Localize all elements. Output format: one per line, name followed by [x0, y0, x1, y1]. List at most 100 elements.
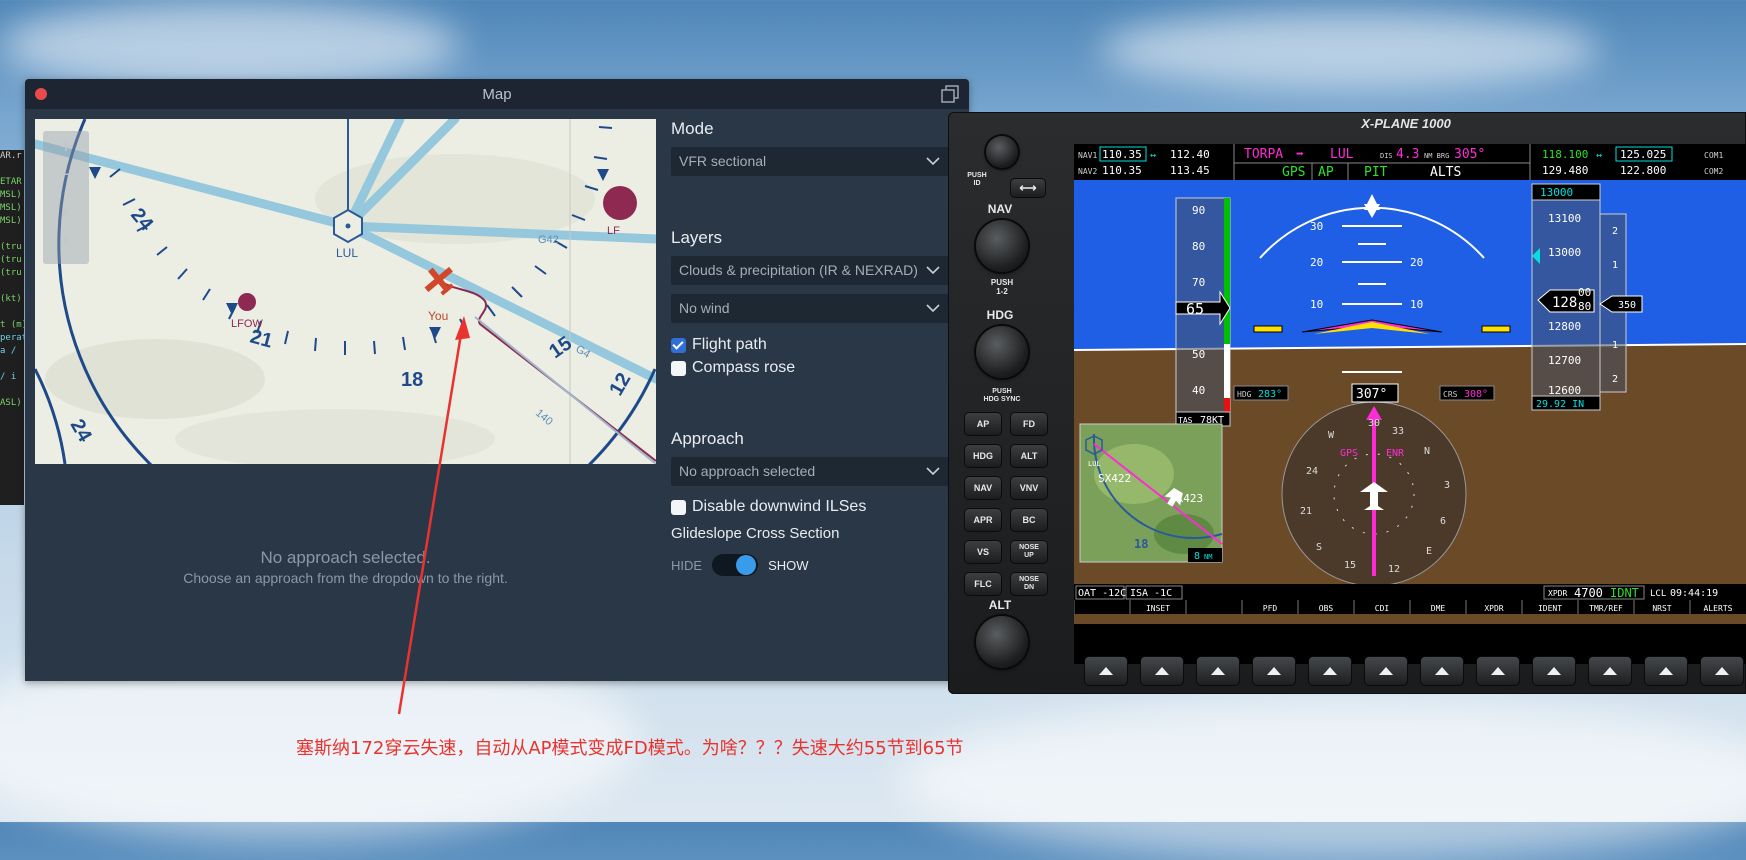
softkey-button[interactable] [1420, 656, 1464, 686]
sliver-line: t (m) [0, 320, 24, 330]
fd-button[interactable]: FD [1010, 412, 1048, 436]
inset-range-unit: NM [1204, 553, 1212, 561]
softkey-button[interactable] [1700, 656, 1744, 686]
dis-label: DIS [1380, 152, 1393, 160]
softkey-button[interactable] [1532, 656, 1576, 686]
softkey-button[interactable] [1364, 656, 1408, 686]
annotation-text: 塞斯纳172穿云失速，自动从AP模式变成FD模式。为啥？？？失速大约55节到65… [296, 738, 964, 759]
nav-button[interactable]: NAV [964, 476, 1002, 500]
glideslope-toggle[interactable] [712, 554, 759, 576]
vnv-button[interactable]: VNV [1010, 476, 1048, 500]
sliver-line [0, 358, 24, 371]
hsi-card-24: 24 [1306, 466, 1318, 477]
softkey-button[interactable] [1140, 656, 1184, 686]
softkey-button[interactable] [1308, 656, 1352, 686]
softkey-label: XPDR [1484, 604, 1503, 613]
alt-button[interactable]: ALT [1010, 444, 1048, 468]
airport-label-lf: LF [607, 225, 620, 237]
softkey-button[interactable] [1644, 656, 1688, 686]
sliver-line: a / [0, 346, 17, 356]
inset-lul: LUL [1088, 460, 1101, 468]
map-titlebar[interactable]: Map [25, 79, 969, 109]
nav-swap-button[interactable]: ⟷ [1010, 178, 1046, 198]
pfd-screen: NAV1 110.35 ↔ 112.40 NAV2 110.35 113.45 … [1074, 144, 1746, 664]
chevron-down-icon [926, 467, 940, 475]
weather-layer-dropdown[interactable]: Clouds & precipitation (IR & NEXRAD) [671, 256, 950, 285]
com1-label: COM1 [1704, 151, 1723, 160]
vsi-tick-1-down: 1 [1612, 340, 1618, 351]
flight-path-checkbox-row[interactable]: Flight path [671, 335, 767, 355]
ap-alt-mode: ALTS [1430, 165, 1461, 180]
zoom-in-icon[interactable]: + [51, 133, 81, 161]
softkey-label: INSET [1146, 604, 1170, 613]
up-arrow-icon [1155, 667, 1169, 675]
apr-button[interactable]: APR [964, 508, 1002, 532]
softkey-label: PFD [1263, 604, 1278, 613]
softkey-button[interactable] [1588, 656, 1632, 686]
map-canvas[interactable]: 24 21 18 15 12 24 LUL G42 G4 140 LFOW LF [35, 119, 656, 464]
nav1-standby: 112.40 [1170, 148, 1210, 161]
background-cloud [900, 700, 1746, 860]
push-hdg-sync-label: PUSH HDG SYNC [983, 388, 1021, 403]
altitude-tick-12800: 12800 [1548, 320, 1581, 333]
hsi-card-33: 33 [1392, 426, 1404, 437]
flc-button[interactable]: FLC [964, 572, 1002, 596]
nav-volume-knob[interactable] [986, 136, 1018, 168]
vsi-tick-2-down: 2 [1612, 374, 1618, 385]
ap-button[interactable]: AP [964, 412, 1002, 436]
vsi-tick-1-up: 1 [1612, 260, 1618, 271]
altitude-tick-13100: 13100 [1548, 212, 1581, 225]
altitude-tick-12600: 12600 [1548, 384, 1581, 397]
softkey-button[interactable] [1476, 656, 1520, 686]
up-arrow-icon [1603, 667, 1617, 675]
chevron-down-icon [926, 157, 940, 165]
compass-label-24b: 24 [66, 416, 97, 447]
pfd-display: NAV1 110.35 ↔ 112.40 NAV2 110.35 113.45 … [1074, 144, 1746, 624]
airspeed-tick-70: 70 [1192, 276, 1205, 289]
center-on-aircraft-icon[interactable]: ⌖ [51, 228, 81, 256]
hsi-card-15: 15 [1344, 560, 1356, 571]
nav1-label: NAV1 [1078, 151, 1097, 160]
popout-icon[interactable] [941, 85, 959, 103]
approach-dropdown[interactable]: No approach selected [671, 457, 950, 486]
alt-knob[interactable] [976, 616, 1028, 668]
up-arrow-icon [1659, 667, 1673, 675]
softkey-button[interactable] [1084, 656, 1128, 686]
nav-knob[interactable] [976, 220, 1028, 272]
brg-value: 305° [1454, 147, 1485, 162]
up-arrow-icon [1715, 667, 1729, 675]
vs-button[interactable]: VS [964, 540, 1002, 564]
nose-dn-button[interactable]: NOSE DN [1010, 572, 1048, 596]
chevron-down-icon [926, 266, 940, 274]
sectional-chart[interactable]: 24 21 18 15 12 24 LUL G42 G4 140 LFOW LF [35, 119, 656, 464]
flight-path-checkbox[interactable] [671, 337, 686, 353]
wind-layer-dropdown[interactable]: No wind [671, 294, 950, 323]
hdg-button[interactable]: HDG [964, 444, 1002, 468]
sliver-line [0, 163, 24, 176]
compass-rose-checkbox-row[interactable]: Compass rose [671, 358, 795, 378]
mode-dropdown[interactable]: VFR sectional [671, 147, 950, 176]
hsi-card-w: W [1328, 430, 1335, 441]
hdg-knob[interactable] [976, 326, 1028, 378]
softkey-button[interactable] [1252, 656, 1296, 686]
aircraft-label-you: You [428, 309, 448, 323]
xpdr-label: XPDR [1548, 589, 1567, 598]
airspeed-tick-90: 90 [1192, 204, 1205, 217]
hdg-bug-value: 283° [1258, 389, 1282, 400]
window-title: Map [482, 86, 512, 103]
bc-button[interactable]: BC [1010, 508, 1048, 532]
airport-marker-lfow[interactable] [238, 293, 256, 311]
oat-readout: OAT -12C [1078, 588, 1126, 599]
compass-rose-checkbox[interactable] [671, 360, 686, 376]
softkey-button[interactable] [1196, 656, 1240, 686]
com2-standby: 122.800 [1620, 164, 1666, 177]
disable-downwind-checkbox[interactable] [671, 499, 686, 515]
nose-up-button[interactable]: NOSE UP [1010, 540, 1048, 564]
zoom-out-icon[interactable]: − [51, 161, 81, 189]
north-up-icon[interactable]: ⩚ [51, 197, 81, 225]
sliver-line [0, 280, 24, 293]
disable-downwind-checkbox-row[interactable]: Disable downwind ILSes [671, 497, 866, 517]
airport-marker-lf[interactable] [603, 186, 637, 220]
push-id-label: PUSH ID [967, 172, 987, 187]
hsi-card-s: S [1316, 542, 1322, 553]
